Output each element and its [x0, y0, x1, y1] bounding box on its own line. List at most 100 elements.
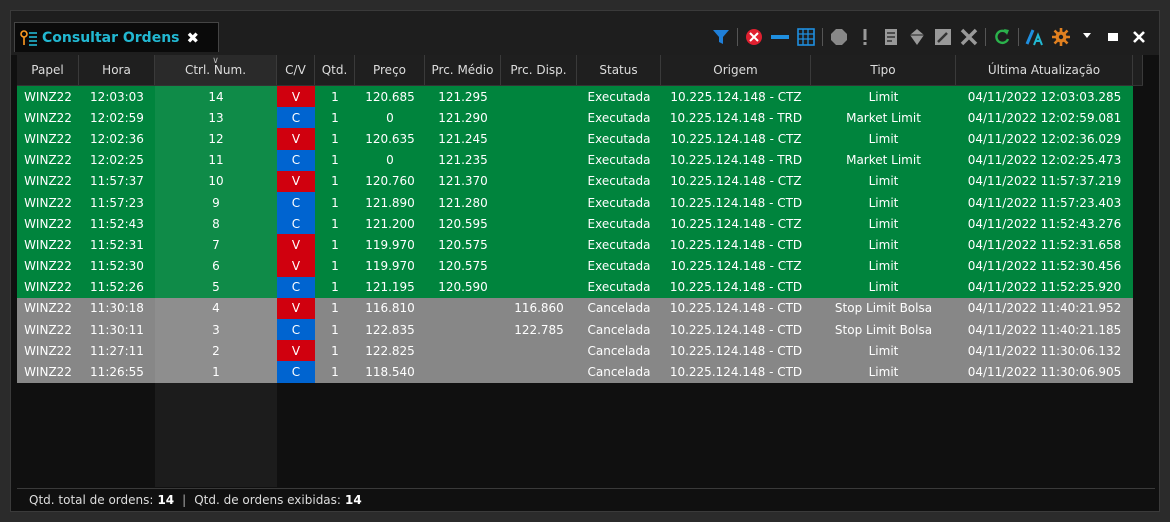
minus-icon[interactable] [770, 27, 790, 47]
column-header-label: Preço [372, 63, 407, 77]
column-header-tipo[interactable]: Tipo [811, 55, 956, 85]
cell-prc-medio: 121.290 [438, 110, 488, 125]
table-row[interactable]: WINZ22 12:02:25 11 C 1 0 121.235 Executada 10.22… [17, 149, 1133, 171]
cell-papel: WINZ22 [24, 110, 72, 125]
table-row[interactable]: WINZ22 12:02:59 13 C 1 0 121.290 Executada 10.22… [17, 107, 1133, 129]
cell-ctrl-num: 11 [155, 149, 277, 171]
table-row[interactable]: WINZ22 11:52:30 6 V 1 119.970 120.575 Executada… [17, 255, 1133, 277]
cell-preco: 120.685 [365, 89, 415, 104]
column-header-cv[interactable]: C/V [277, 55, 315, 85]
vertical-scrollbar[interactable] [1133, 86, 1143, 486]
table-row[interactable]: WINZ22 11:52:26 5 C 1 121.195 120.590 Executada… [17, 276, 1133, 298]
column-header-prc-disp[interactable]: Prc. Disp. [501, 55, 577, 85]
cell-tipo: Limit [868, 216, 899, 231]
table-row[interactable]: WINZ22 11:30:11 3 C 1 122.835 122.785 Cancelada… [17, 319, 1133, 341]
cell-preco: 119.970 [365, 237, 415, 252]
alert-icon[interactable] [855, 27, 875, 47]
header-filler [1133, 55, 1143, 85]
cell-tipo: Market Limit [846, 153, 921, 168]
close-icon[interactable] [1129, 27, 1149, 47]
cell-cv: C [277, 213, 315, 235]
cell-hora: 11:26:55 [90, 365, 144, 380]
column-header-label: Prc. Disp. [510, 63, 567, 77]
table-row[interactable]: WINZ22 12:03:03 14 V 1 120.685 121.295 Executad… [17, 86, 1133, 108]
column-header-status[interactable]: Status [577, 55, 661, 85]
cell-preco: 0 [386, 153, 394, 168]
column-header-prc-medio[interactable]: Prc. Médio [425, 55, 501, 85]
cell-papel: WINZ22 [24, 301, 72, 316]
cell-papel: WINZ22 [24, 259, 72, 274]
column-header-papel[interactable]: Papel [17, 55, 79, 85]
cell-qtd: 1 [331, 343, 339, 358]
orders-window: Consultar Ordens ✖ Papel Hora Ctrl. Num.… [10, 10, 1160, 512]
cell-origem: 10.225.124.148 - CTD [669, 365, 803, 380]
column-header-hora[interactable]: Hora [79, 55, 155, 85]
toolbar [711, 24, 1149, 50]
tab-title: Consultar Ordens [42, 29, 180, 46]
cell-hora: 11:52:26 [90, 280, 144, 295]
column-header-qtd[interactable]: Qtd. [315, 55, 355, 85]
cell-prc-medio: 120.590 [438, 280, 488, 295]
table-row[interactable]: WINZ22 11:52:31 7 V 1 119.970 120.575 Executada… [17, 234, 1133, 256]
column-header-preco[interactable]: Preço [355, 55, 425, 85]
maximize-icon[interactable] [1103, 27, 1123, 47]
cell-prc-disp [501, 192, 577, 213]
toolbar-separator [822, 28, 823, 46]
diamond-icon[interactable] [907, 27, 927, 47]
cell-hora: 12:02:59 [90, 110, 144, 125]
table-row[interactable]: WINZ22 11:57:37 10 V 1 120.760 121.370 Executad… [17, 170, 1133, 192]
shown-orders-label: Qtd. de ordens exibidas: [194, 492, 341, 507]
cell-qtd: 1 [331, 259, 339, 274]
toolbar-separator [1018, 28, 1019, 46]
table-row[interactable]: WINZ22 11:26:55 1 C 1 118.540 Cancelada 10.225.… [17, 361, 1133, 383]
cell-hora: 11:57:23 [90, 195, 144, 210]
cell-ctrl-num: 5 [155, 276, 277, 298]
cell-ctrl-num: 13 [155, 107, 277, 129]
column-header-ctrl-num[interactable]: Ctrl. Num. ∨ [155, 55, 277, 85]
grid-icon[interactable] [796, 27, 816, 47]
cell-origem: 10.225.124.148 - TRD [669, 110, 803, 125]
delete-icon[interactable] [959, 27, 979, 47]
cell-preco: 120.760 [365, 174, 415, 189]
table-row[interactable]: WINZ22 11:57:23 9 C 1 121.890 121.280 Executada… [17, 191, 1133, 214]
edit-icon[interactable] [933, 27, 953, 47]
table-row[interactable]: WINZ22 12:02:36 12 V 1 120.635 121.245 Executad… [17, 128, 1133, 150]
filter-icon[interactable] [711, 27, 731, 47]
cell-papel: WINZ22 [24, 195, 72, 210]
cell-cv: V [277, 234, 315, 256]
cell-origem: 10.225.124.148 - CTD [669, 280, 803, 295]
cell-prc-disp: 122.785 [514, 322, 564, 337]
column-header-label: C/V [285, 63, 306, 77]
font-icon[interactable] [1025, 27, 1045, 47]
cell-ultima-atualizacao: 04/11/2022 11:52:30.456 [967, 259, 1122, 274]
table-row[interactable]: WINZ22 11:30:18 4 V 1 116.810 116.860 Cancelada… [17, 297, 1133, 320]
dropdown-icon[interactable] [1077, 27, 1097, 47]
settings-icon[interactable] [1051, 27, 1071, 47]
cell-cv: C [277, 276, 315, 298]
cell-tipo: Stop Limit Bolsa [834, 322, 933, 337]
cancel-order-icon[interactable] [744, 27, 764, 47]
cell-ctrl-num: 6 [155, 255, 277, 277]
cell-preco: 119.970 [365, 259, 415, 274]
cell-ctrl-num: 2 [155, 340, 277, 362]
refresh-icon[interactable] [992, 27, 1012, 47]
cell-prc-disp [501, 340, 577, 361]
cell-prc-medio [425, 361, 501, 382]
total-orders-value: 14 [157, 492, 175, 507]
report-icon[interactable] [881, 27, 901, 47]
cell-status: Cancelada [587, 365, 651, 380]
tab-consultar-ordens[interactable]: Consultar Ordens ✖ [14, 22, 219, 52]
cell-cv: C [277, 149, 315, 171]
cell-ultima-atualizacao: 04/11/2022 11:52:43.276 [967, 216, 1122, 231]
column-header-origem[interactable]: Origem [661, 55, 811, 85]
cell-prc-disp [501, 128, 577, 149]
cell-prc-disp [501, 361, 577, 382]
tab-close-icon[interactable]: ✖ [187, 29, 200, 47]
column-header-ultima-atualizacao[interactable]: Última Atualização [956, 55, 1133, 85]
stop-icon[interactable] [829, 27, 849, 47]
cell-qtd: 1 [331, 89, 339, 104]
table-row[interactable]: WINZ22 11:52:43 8 C 1 121.200 120.595 Executada… [17, 213, 1133, 235]
cell-ctrl-num: 7 [155, 234, 277, 256]
table-row[interactable]: WINZ22 11:27:11 2 V 1 122.825 Cancelada 10.225.… [17, 340, 1133, 362]
cell-qtd: 1 [331, 110, 339, 125]
